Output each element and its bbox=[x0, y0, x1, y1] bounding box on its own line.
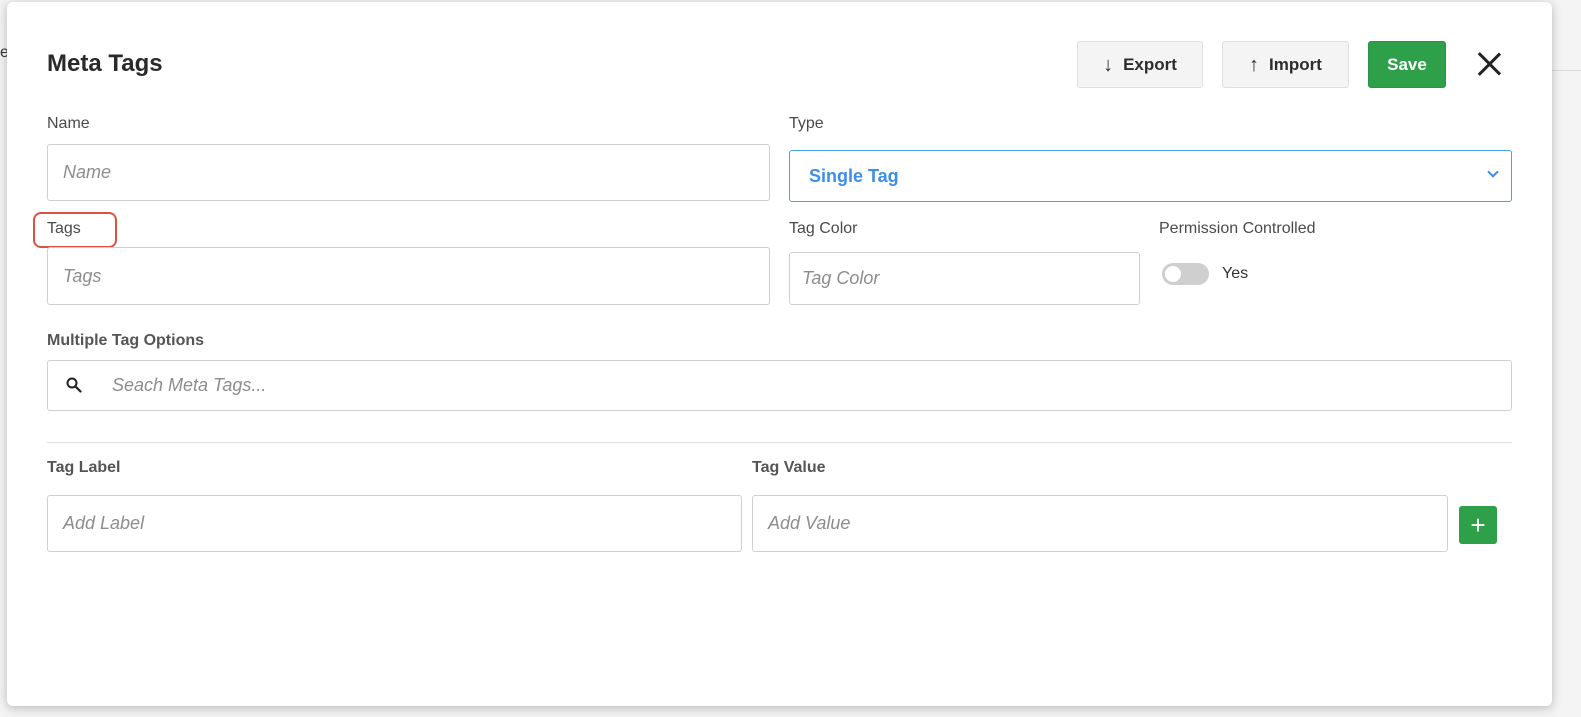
tag-value-input[interactable]: Add Value bbox=[752, 495, 1448, 552]
arrow-up-icon: ↑ bbox=[1249, 53, 1260, 76]
import-button[interactable]: ↑ Import bbox=[1222, 41, 1349, 88]
permission-label: Permission Controlled bbox=[1159, 220, 1316, 237]
tags-label: Tags bbox=[47, 220, 81, 237]
tag-label-label: Tag Label bbox=[47, 459, 121, 476]
tag-color-label: Tag Color bbox=[789, 220, 858, 237]
save-button[interactable]: Save bbox=[1368, 41, 1446, 88]
export-button[interactable]: ↓ Export bbox=[1077, 41, 1203, 88]
close-icon[interactable] bbox=[1475, 50, 1503, 78]
search-placeholder: Seach Meta Tags... bbox=[112, 375, 267, 395]
tags-input[interactable]: Tags bbox=[47, 247, 770, 305]
tag-value-label: Tag Value bbox=[752, 459, 826, 476]
meta-tags-search-input[interactable]: Seach Meta Tags... bbox=[47, 360, 1512, 411]
export-label: Export bbox=[1123, 54, 1177, 74]
name-input[interactable]: Name bbox=[47, 144, 770, 201]
permission-toggle-label: Yes bbox=[1222, 265, 1249, 282]
section-divider bbox=[47, 442, 1512, 443]
modal-title: Meta Tags bbox=[47, 50, 163, 77]
tag-label-input[interactable]: Add Label bbox=[47, 495, 742, 552]
chevron-down-icon bbox=[1487, 166, 1499, 178]
search-icon bbox=[66, 377, 82, 393]
type-select-value: Single Tag bbox=[809, 165, 899, 186]
tag-color-input[interactable]: Tag Color bbox=[789, 252, 1140, 305]
type-label: Type bbox=[789, 115, 824, 132]
import-label: Import bbox=[1269, 54, 1322, 74]
arrow-down-icon: ↓ bbox=[1103, 53, 1114, 76]
permission-toggle[interactable] bbox=[1162, 263, 1209, 285]
name-label: Name bbox=[47, 115, 90, 132]
meta-tags-modal: Meta Tags ↓ Export ↑ Import Save Name Na… bbox=[7, 2, 1552, 706]
add-tag-option-button[interactable]: + bbox=[1459, 506, 1497, 544]
multiple-tag-options-label: Multiple Tag Options bbox=[47, 332, 205, 349]
toggle-knob bbox=[1165, 266, 1181, 282]
type-select[interactable]: Single Tag bbox=[789, 150, 1512, 202]
